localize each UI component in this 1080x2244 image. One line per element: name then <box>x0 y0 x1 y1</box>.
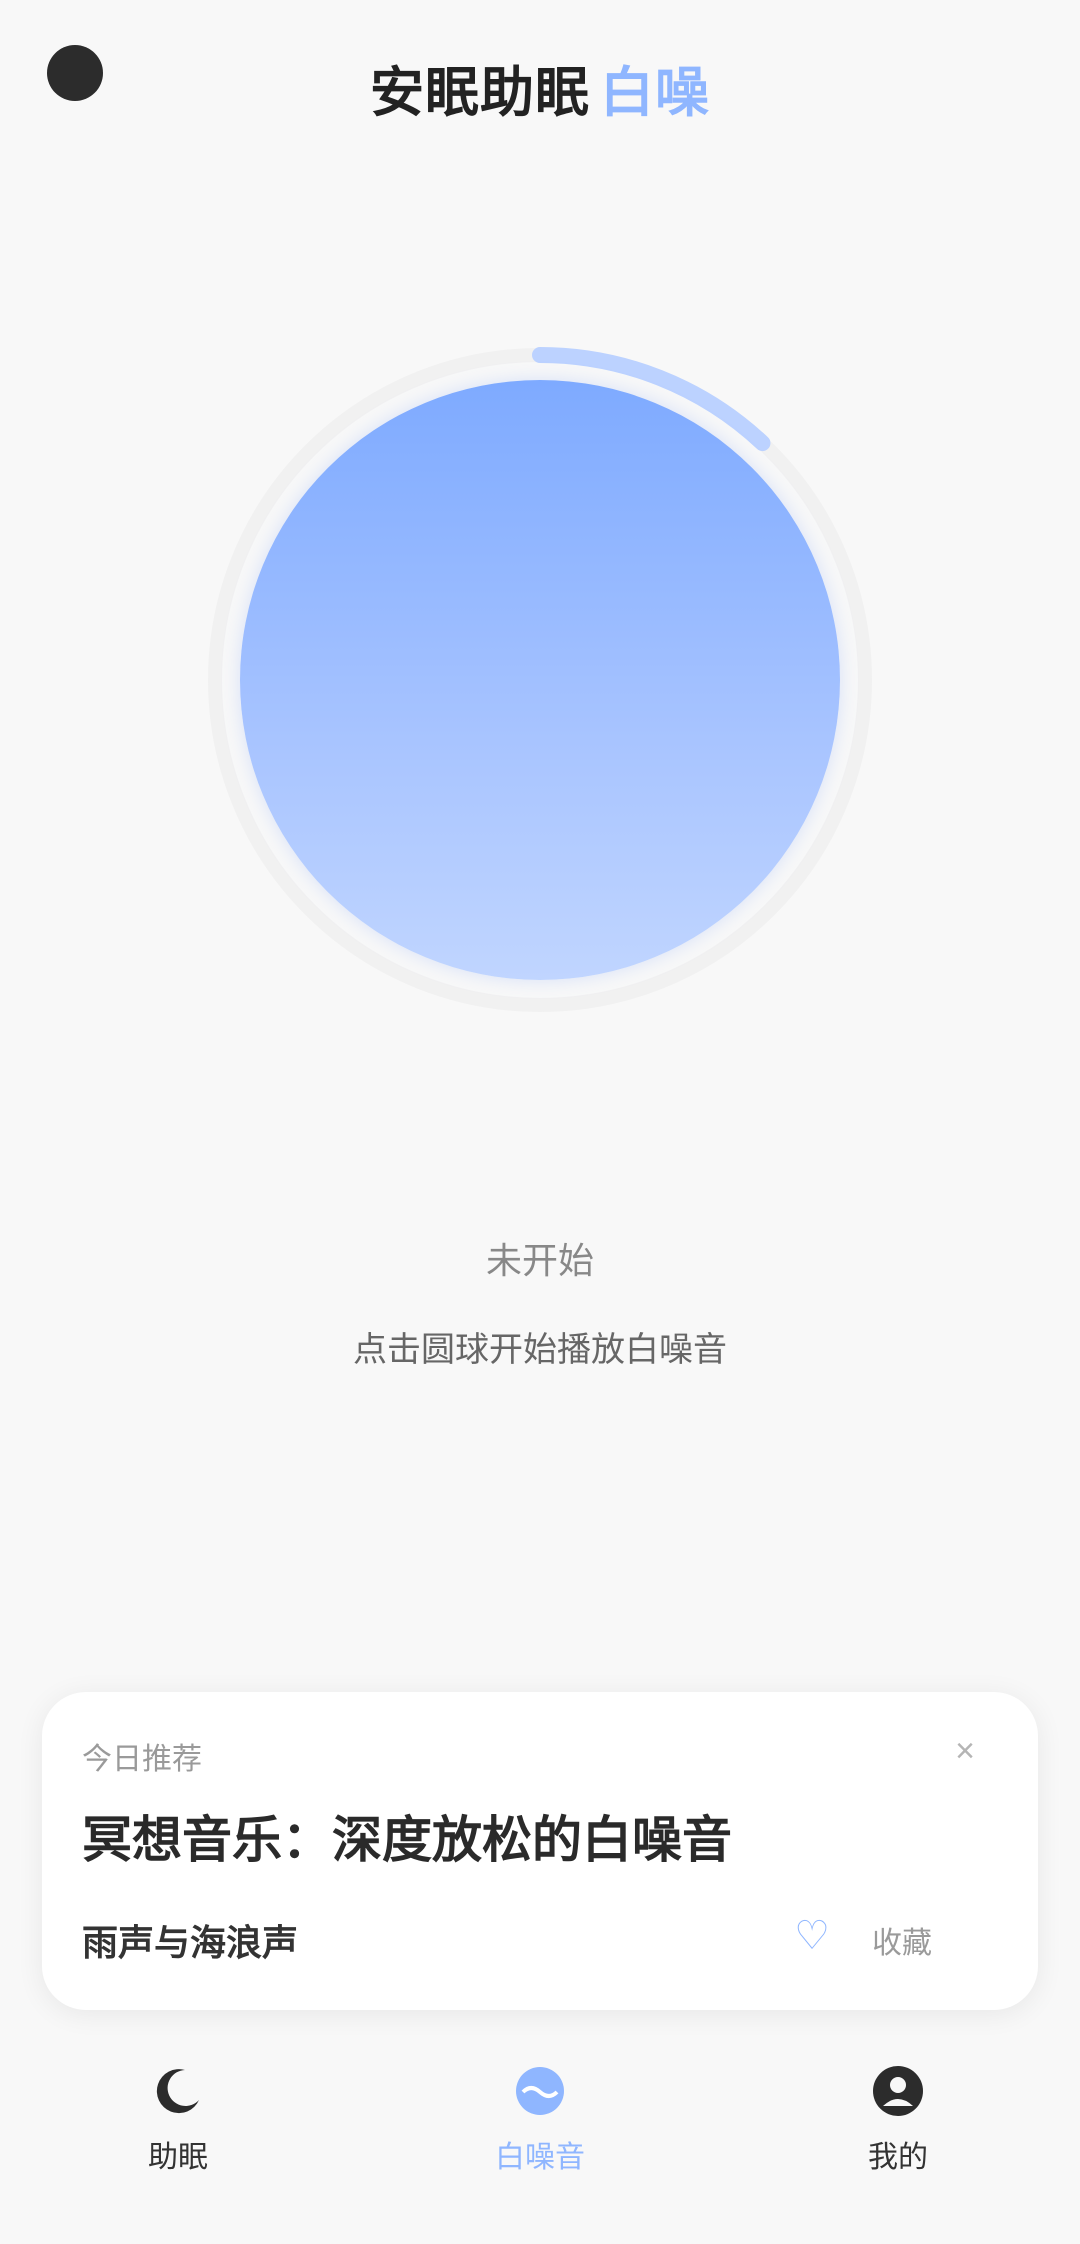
card-title: 冥想音乐：深度放松的白噪音 <box>82 1811 732 1869</box>
nav-item-sleep[interactable]: 助眠 <box>78 2064 278 2214</box>
page-title-main: 安眠助眠 <box>370 61 590 124</box>
player-orb-area <box>190 330 890 1030</box>
close-icon[interactable]: × <box>940 1726 990 1776</box>
play-orb-button[interactable] <box>240 380 840 980</box>
favorite-button[interactable]: 收藏 <box>872 1918 932 1962</box>
play-hint: 点击圆球开始播放白噪音 <box>353 1330 727 1370</box>
recommendation-card[interactable]: 今日推荐 × 冥想音乐：深度放松的白噪音 雨声与海浪声 ♡ 收藏 <box>42 1692 1038 2010</box>
nav-item-whitenoise[interactable]: 白噪音 <box>440 2064 640 2214</box>
card-label: 今日推荐 <box>82 1742 202 1777</box>
nav-item-mine[interactable]: 我的 <box>798 2064 998 2214</box>
nav-label-mine: 我的 <box>868 2140 928 2175</box>
heart-icon[interactable]: ♡ <box>784 1908 840 1964</box>
moon-icon <box>156 2069 199 2114</box>
nav-label-whitenoise: 白噪音 <box>495 2140 585 2175</box>
bottom-nav: 助眠 白噪音 我的 <box>0 2040 1080 2244</box>
wave-icon <box>516 2067 564 2115</box>
nav-label-sleep: 助眠 <box>148 2140 208 2175</box>
page-title-accent: 白噪 <box>600 61 710 124</box>
page-title: 安眠助眠 白噪 <box>0 48 1080 127</box>
header: 安眠助眠 白噪 <box>0 0 1080 160</box>
card-description: 雨声与海浪声 <box>82 1923 299 1964</box>
play-status: 未开始 <box>485 1241 594 1282</box>
user-icon <box>873 2066 923 2116</box>
